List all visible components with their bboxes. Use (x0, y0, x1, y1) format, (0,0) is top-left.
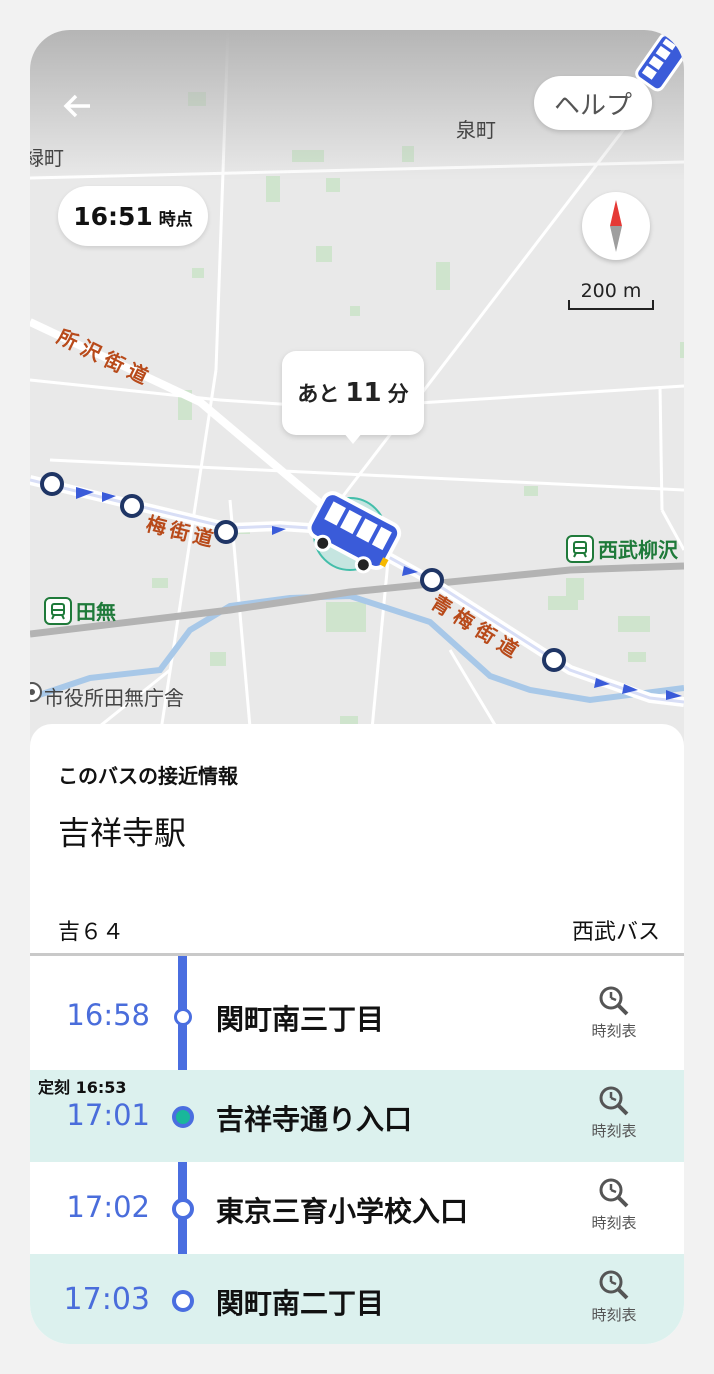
train-icon (44, 596, 72, 625)
scheduled-time: 定刻 16:53 (38, 1078, 127, 1097)
timetable-label: 時刻表 (591, 1214, 637, 1232)
timetable-label: 時刻表 (591, 1022, 637, 1040)
map-place-label: 市役所田無庁舎 (44, 686, 184, 710)
scale-bar (568, 300, 654, 310)
stop-node (174, 1008, 192, 1026)
timetable-label: 時刻表 (591, 1306, 637, 1324)
stop-time: 17:02 (66, 1190, 150, 1224)
phone-frame: 所沢街道 梅街道 青梅街道 泉町 緑町 市役所田無庁舎 西武柳沢 田無 あと 1… (0, 0, 714, 1374)
destination-title: 吉祥寺駅 (58, 814, 187, 852)
back-arrow-icon (63, 94, 90, 118)
stop-name: 関町南三丁目 (216, 1003, 385, 1036)
timetable-search-icon (599, 1178, 629, 1208)
stop-time: 16:58 (66, 998, 150, 1032)
data-time: 16:51 (73, 202, 153, 231)
station-label: 西武柳沢 (598, 538, 678, 562)
bus-company: 西武バス (571, 920, 660, 945)
eta-minutes: 11 (345, 378, 382, 408)
approach-info-panel: このバスの接近情報 吉祥寺駅 吉６４ 西武バス 16:58 関町南三丁目 時刻表… (30, 724, 684, 1344)
compass-icon (610, 200, 622, 252)
stop-name: 東京三育小学校入口 (216, 1195, 469, 1228)
timetable-button[interactable]: 時刻表 (582, 1084, 646, 1148)
map-place-label: 泉町 (456, 118, 496, 142)
stop-node (172, 1290, 194, 1312)
stop-time: 17:03 (63, 1282, 150, 1317)
stop-name: 関町南二丁目 (216, 1287, 385, 1320)
panel-subtitle: このバスの接近情報 (58, 764, 238, 788)
map-place-label: 緑町 (30, 146, 64, 170)
current-stop-node (172, 1106, 194, 1128)
scale-label: 200 m (580, 280, 642, 302)
station-tanashi[interactable]: 田無 (44, 596, 116, 625)
timetable-button[interactable]: 時刻表 (582, 1268, 646, 1332)
timetable-button[interactable]: 時刻表 (582, 1176, 646, 1240)
station-label: 田無 (76, 600, 116, 624)
stop-node (172, 1198, 194, 1220)
eta-suffix: 分 (387, 382, 409, 406)
data-time-unit: 時点 (158, 210, 193, 230)
compass-button[interactable] (582, 192, 650, 260)
app-screen: 所沢街道 梅街道 青梅街道 泉町 緑町 市役所田無庁舎 西武柳沢 田無 あと 1… (30, 30, 684, 1344)
route-header: 吉６４ 西武バス (30, 900, 684, 956)
map-scale: 200 m (566, 280, 656, 310)
stop-row[interactable]: 16:58 関町南三丁目 時刻表 (30, 970, 684, 1062)
timetable-search-icon (599, 1270, 629, 1300)
stop-row[interactable]: 17:02 東京三育小学校入口 時刻表 (30, 1162, 684, 1254)
timetable-button[interactable]: 時刻表 (582, 984, 646, 1048)
stop-time: 17:01 (66, 1098, 150, 1132)
timetable-search-icon (599, 986, 629, 1016)
back-button[interactable] (54, 82, 102, 130)
map-view[interactable]: 所沢街道 梅街道 青梅街道 泉町 緑町 市役所田無庁舎 西武柳沢 田無 あと 1… (30, 30, 684, 750)
eta-bubble-tail (343, 432, 363, 444)
route-name: 吉６４ (58, 920, 125, 945)
stop-row[interactable]: 定刻 16:53 17:01 吉祥寺通り入口 時刻表 (30, 1070, 684, 1162)
train-icon (566, 534, 594, 563)
timetable-label: 時刻表 (591, 1122, 637, 1140)
stop-row[interactable]: 17:03 関町南二丁目 時刻表 (30, 1254, 684, 1344)
stop-name: 吉祥寺通り入口 (216, 1103, 413, 1136)
timetable-search-icon (599, 1086, 629, 1116)
help-button[interactable]: ヘルプ (534, 76, 652, 130)
eta-prefix: あと (297, 382, 340, 406)
data-time-badge: 16:51 時点 (58, 186, 208, 246)
eta-bubble: あと 11 分 (282, 351, 424, 435)
station-seibu-yagisawa[interactable]: 西武柳沢 (566, 534, 678, 563)
